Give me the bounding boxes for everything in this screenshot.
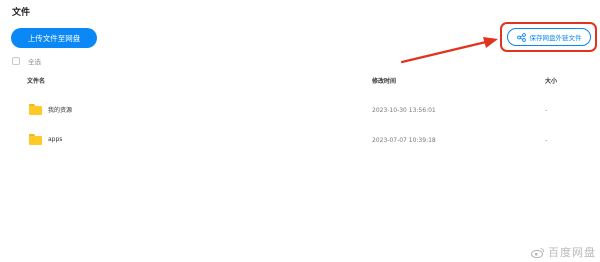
page-title: 文件	[12, 8, 31, 18]
file-name[interactable]: 我的资源	[48, 105, 72, 114]
folder-icon	[29, 104, 42, 115]
select-all-label: 全选	[28, 58, 41, 66]
modified-time: 2023-07-07 10:39:18	[372, 137, 436, 144]
file-size: -	[545, 137, 548, 144]
file-size: -	[545, 107, 548, 114]
watermark: 百度网盘	[531, 244, 596, 260]
upload-to-netdisk-button[interactable]: 上传文件至网盘	[11, 28, 97, 48]
column-header-size[interactable]: 大小	[545, 76, 557, 85]
table-row-name[interactable]: 我的资源	[29, 104, 72, 115]
watermark-text: 百度网盘	[548, 246, 596, 259]
select-all[interactable]: 全选	[12, 56, 41, 66]
file-name[interactable]: apps	[48, 136, 62, 143]
table-row-name[interactable]: apps	[29, 134, 62, 145]
weibo-icon	[531, 247, 545, 258]
select-all-checkbox[interactable]	[12, 57, 20, 65]
annotation-arrow	[400, 37, 498, 64]
column-header-filename[interactable]: 文件名	[27, 76, 45, 85]
modified-time: 2023-10-30 13:56:01	[372, 107, 436, 114]
save-external-link-files-button[interactable]: 保存网盘外链文件	[507, 28, 591, 46]
save-button-label: 保存网盘外链文件	[529, 34, 582, 42]
share-link-icon	[516, 32, 526, 42]
folder-icon	[29, 134, 42, 145]
column-header-modified-time[interactable]: 修改时间	[372, 76, 396, 85]
